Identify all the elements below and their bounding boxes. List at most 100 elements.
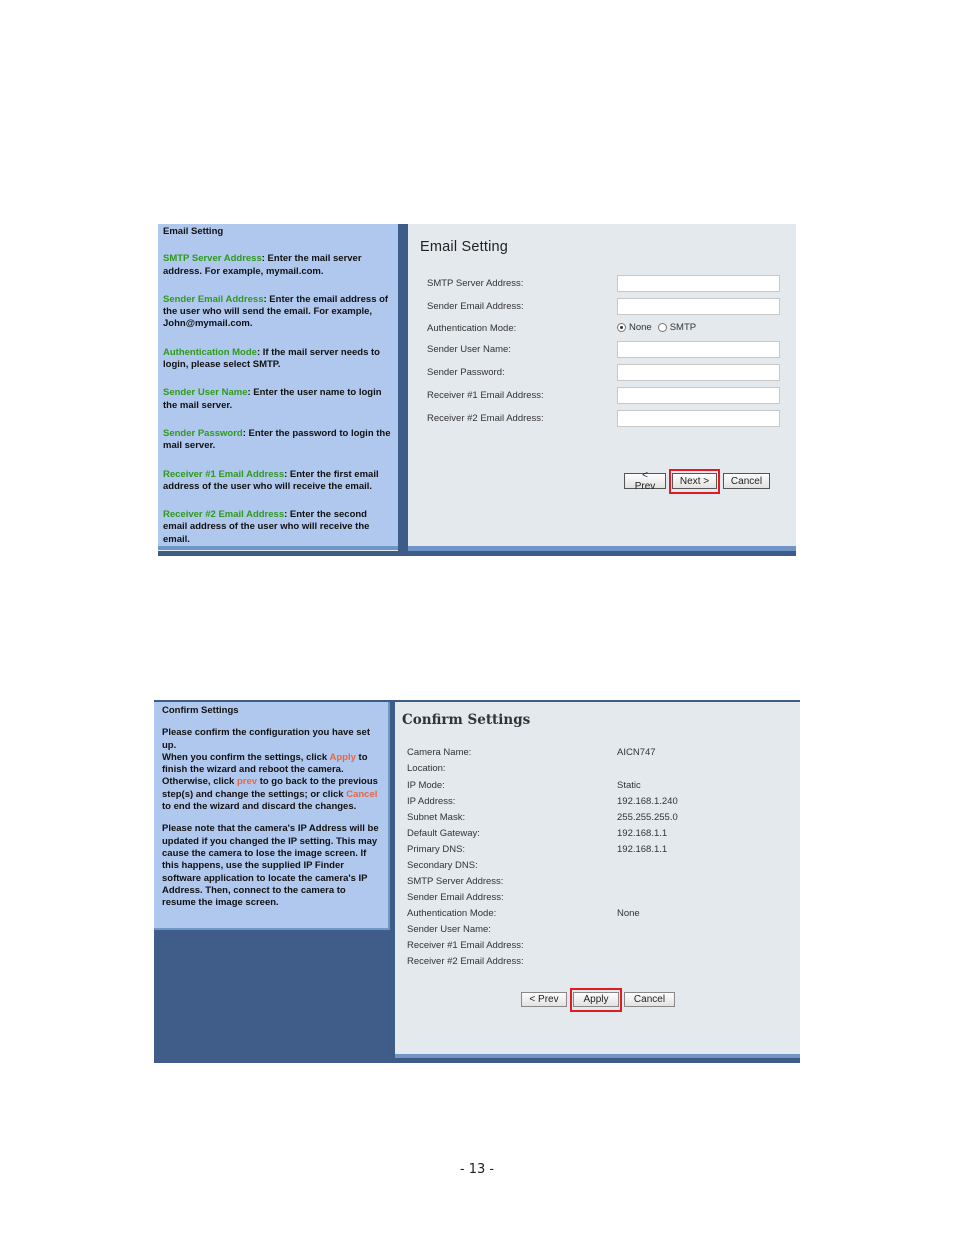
settings-row: Subnet Mask: 255.255.255.0 xyxy=(407,812,797,826)
help-item: Receiver #1 Email Address: Enter the fir… xyxy=(163,469,393,494)
smtp-server-label: SMTP Server Address: xyxy=(427,278,524,289)
help-item: Sender Password: Enter the password to l… xyxy=(163,428,393,453)
settings-label: Receiver #2 Email Address: xyxy=(407,956,524,967)
settings-row: Camera Name: AICN747 xyxy=(407,747,797,761)
email-setting-screenshot: Email Setting SMTP Server Address: Enter… xyxy=(158,224,796,556)
help-item: Sender Email Address: Enter the email ad… xyxy=(163,294,393,331)
settings-row: IP Address: 192.168.1.240 xyxy=(407,796,797,810)
bottom-border xyxy=(158,551,796,556)
settings-label: Default Gateway: xyxy=(407,828,480,839)
settings-row: Location: xyxy=(407,763,797,777)
help-text: When you confirm the settings, click xyxy=(162,751,330,763)
receiver1-label: Receiver #1 Email Address: xyxy=(427,390,544,401)
settings-label: Sender Email Address: xyxy=(407,892,504,903)
sender-password-input[interactable] xyxy=(617,364,780,381)
settings-value: 192.168.1.1 xyxy=(617,828,668,839)
settings-label: IP Address: xyxy=(407,796,456,807)
auth-mode-row: Authentication Mode: None SMTP xyxy=(427,320,787,338)
settings-label: Authentication Mode: xyxy=(407,908,497,919)
settings-row: SMTP Server Address: xyxy=(407,876,797,890)
receiver2-label: Receiver #2 Email Address: xyxy=(427,413,544,424)
apply-button-highlight xyxy=(570,988,622,1012)
settings-label: IP Mode: xyxy=(407,780,445,791)
settings-row: Authentication Mode: None xyxy=(407,908,797,922)
settings-label: Subnet Mask: xyxy=(407,812,466,823)
auth-mode-radio-group: None SMTP xyxy=(617,322,696,333)
prev-button[interactable]: < Prev xyxy=(624,470,666,492)
settings-label: SMTP Server Address: xyxy=(407,876,504,887)
help-term: Receiver #2 Email Address xyxy=(163,509,285,521)
settings-row: Primary DNS: 192.168.1.1 xyxy=(407,844,797,858)
help-term: Sender Password xyxy=(163,427,243,439)
panel-divider xyxy=(390,702,395,1063)
settings-value: 255.255.255.0 xyxy=(617,812,678,823)
settings-row: IP Mode: Static xyxy=(407,780,797,794)
sender-email-row: Sender Email Address: xyxy=(427,298,787,316)
settings-label: Primary DNS: xyxy=(407,844,466,855)
sender-user-row: Sender User Name: xyxy=(427,341,787,359)
prev-button[interactable]: < Prev xyxy=(521,992,567,1007)
confirm-settings-screenshot: Confirm Settings Please confirm the conf… xyxy=(154,700,800,1063)
confirm-help-panel: Confirm Settings Please confirm the conf… xyxy=(154,702,390,930)
settings-row: Receiver #1 Email Address: xyxy=(407,940,797,954)
help-item: Authentication Mode: If the mail server … xyxy=(163,347,393,372)
panel-divider xyxy=(398,224,408,556)
help-term: Receiver #1 Email Address xyxy=(163,468,285,480)
settings-label: Sender User Name: xyxy=(407,924,491,935)
help-title: Email Setting xyxy=(163,226,224,237)
receiver1-row: Receiver #1 Email Address: xyxy=(427,387,787,405)
smtp-server-input[interactable] xyxy=(617,275,780,292)
next-button-highlight xyxy=(669,469,720,494)
email-setting-help-panel: Email Setting SMTP Server Address: Enter… xyxy=(158,224,398,550)
settings-label: Camera Name: xyxy=(407,747,472,758)
settings-row: Receiver #2 Email Address: xyxy=(407,956,797,970)
help-text: Please confirm the configuration you hav… xyxy=(162,727,370,751)
auth-smtp-radio[interactable] xyxy=(657,323,667,332)
sender-user-input[interactable] xyxy=(617,341,780,358)
help-panel-fill xyxy=(154,930,390,1063)
help-text: to end the wizard and discard the change… xyxy=(162,801,357,813)
receiver2-input[interactable] xyxy=(617,410,780,427)
settings-value: AICN747 xyxy=(617,747,656,758)
email-setting-form: Email Setting SMTP Server Address: Sende… xyxy=(420,224,790,544)
auth-none-radio[interactable] xyxy=(617,323,626,332)
panel-title: Email Setting xyxy=(420,239,509,255)
settings-value: None xyxy=(617,908,640,919)
help-apply-keyword: Apply xyxy=(329,751,356,763)
help-paragraph: Please confirm the configuration you hav… xyxy=(162,727,380,813)
settings-label: Secondary DNS: xyxy=(407,860,478,871)
settings-value: 192.168.1.1 xyxy=(617,844,668,855)
sender-user-label: Sender User Name: xyxy=(427,344,511,355)
help-title: Confirm Settings xyxy=(162,705,239,716)
cancel-button[interactable]: Cancel xyxy=(624,992,675,1007)
settings-value: 192.168.1.240 xyxy=(617,796,678,807)
help-prev-keyword: prev xyxy=(236,776,258,788)
settings-row: Default Gateway: 192.168.1.1 xyxy=(407,828,797,842)
help-term: Sender User Name xyxy=(163,387,248,399)
page-number: - 13 - xyxy=(459,1162,495,1177)
help-term: Authentication Mode xyxy=(163,346,257,358)
settings-value: Static xyxy=(617,780,641,791)
help-item: SMTP Server Address: Enter the mail serv… xyxy=(163,253,393,278)
sender-email-input[interactable] xyxy=(617,298,780,315)
help-term: SMTP Server Address xyxy=(163,253,262,265)
smtp-server-row: SMTP Server Address: xyxy=(427,275,787,293)
sender-password-row: Sender Password: xyxy=(427,364,787,382)
help-paragraph: Please note that the camera's IP Address… xyxy=(162,823,379,909)
auth-smtp-label: SMTP xyxy=(669,322,697,333)
sender-email-label: Sender Email Address: xyxy=(427,301,524,312)
settings-label: Location: xyxy=(407,763,446,774)
settings-label: Receiver #1 Email Address: xyxy=(407,940,524,951)
settings-row: Sender Email Address: xyxy=(407,892,797,906)
settings-row: Sender User Name: xyxy=(407,924,797,938)
help-item: Sender User Name: Enter the user name to… xyxy=(163,387,393,412)
settings-row: Secondary DNS: xyxy=(407,860,797,874)
cancel-button[interactable]: Cancel xyxy=(723,473,770,489)
help-cancel-keyword: Cancel xyxy=(346,788,378,800)
panel-title: Confirm Settings xyxy=(402,712,531,728)
auth-none-label: None xyxy=(629,322,652,333)
auth-mode-label: Authentication Mode: xyxy=(427,323,517,334)
help-item: Receiver #2 Email Address: Enter the sec… xyxy=(163,509,393,546)
sender-password-label: Sender Password: xyxy=(427,367,505,378)
receiver1-input[interactable] xyxy=(617,387,780,404)
